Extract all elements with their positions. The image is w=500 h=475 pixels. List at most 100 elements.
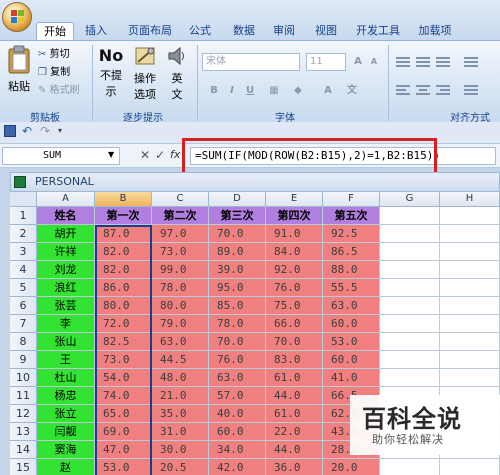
score-cell[interactable]: 85.0 <box>209 297 266 315</box>
score-cell[interactable]: 87.0 <box>95 225 152 243</box>
score-cell[interactable]: 20.0 <box>323 459 380 475</box>
format-painter-button[interactable]: ✎ 格式刷 <box>38 83 80 99</box>
score-cell[interactable]: 86.5 <box>323 243 380 261</box>
score-cell[interactable]: 44.0 <box>266 441 323 459</box>
row-header[interactable]: 5 <box>10 279 37 297</box>
font-color-icon[interactable]: A <box>320 83 336 99</box>
score-cell[interactable]: 63.0 <box>209 369 266 387</box>
cancel-icon[interactable]: ✕ <box>140 148 150 162</box>
empty-cell[interactable] <box>440 279 500 297</box>
score-cell[interactable]: 31.0 <box>152 423 209 441</box>
empty-cell[interactable] <box>380 459 440 475</box>
empty-cell[interactable] <box>440 297 500 315</box>
empty-cell[interactable] <box>440 333 500 351</box>
header-cell[interactable]: 第三次 <box>209 207 266 225</box>
row-header[interactable]: 2 <box>10 225 37 243</box>
shrink-font-icon[interactable]: A <box>366 54 382 70</box>
score-cell[interactable]: 84.0 <box>266 243 323 261</box>
english-button[interactable]: 英 文 <box>164 45 190 102</box>
score-cell[interactable]: 35.0 <box>152 405 209 423</box>
align-right-icon[interactable] <box>434 83 452 99</box>
customize-dropdown-icon[interactable]: ▾ <box>58 126 62 135</box>
name-cell[interactable]: 浪红 <box>37 279 95 297</box>
empty-cell[interactable] <box>380 333 440 351</box>
tab-insert[interactable]: 插入 <box>80 22 112 40</box>
name-cell[interactable]: 杨忠 <box>37 387 95 405</box>
score-cell[interactable]: 82.0 <box>95 243 152 261</box>
score-cell[interactable]: 48.0 <box>152 369 209 387</box>
column-header[interactable]: C <box>152 192 209 207</box>
empty-cell[interactable] <box>380 315 440 333</box>
score-cell[interactable]: 22.0 <box>266 423 323 441</box>
name-cell[interactable]: 闫靓 <box>37 423 95 441</box>
redo-icon[interactable]: ↷ <box>40 124 50 138</box>
empty-cell[interactable] <box>380 261 440 279</box>
column-header[interactable]: E <box>266 192 323 207</box>
row-header[interactable]: 13 <box>10 423 37 441</box>
score-cell[interactable]: 55.5 <box>323 279 380 297</box>
align-center-icon[interactable] <box>414 83 432 99</box>
score-cell[interactable]: 80.0 <box>152 297 209 315</box>
score-cell[interactable]: 97.0 <box>152 225 209 243</box>
score-cell[interactable]: 92.0 <box>266 261 323 279</box>
score-cell[interactable]: 92.5 <box>323 225 380 243</box>
name-cell[interactable]: 张芸 <box>37 297 95 315</box>
name-box[interactable]: SUM <box>2 147 120 165</box>
score-cell[interactable]: 53.0 <box>95 459 152 475</box>
name-cell[interactable]: 赵 <box>37 459 95 475</box>
header-cell[interactable]: 第一次 <box>95 207 152 225</box>
name-cell[interactable]: 许祥 <box>37 243 95 261</box>
row-header[interactable]: 11 <box>10 387 37 405</box>
operate-options-button[interactable]: 操作 选项 <box>130 45 160 102</box>
score-cell[interactable]: 61.0 <box>266 369 323 387</box>
orientation-icon[interactable] <box>462 55 480 71</box>
name-box-dropdown-icon[interactable]: ▼ <box>108 150 114 159</box>
name-cell[interactable]: 王 <box>37 351 95 369</box>
no-prompt-button[interactable]: No 不提 示 <box>96 45 126 99</box>
score-cell[interactable]: 89.0 <box>209 243 266 261</box>
font-name-combo[interactable]: 宋体 <box>202 53 300 71</box>
score-cell[interactable]: 70.0 <box>266 333 323 351</box>
empty-cell[interactable] <box>440 225 500 243</box>
indent-icon[interactable] <box>462 83 480 99</box>
name-cell[interactable]: 杜山 <box>37 369 95 387</box>
header-cell[interactable]: 第四次 <box>266 207 323 225</box>
row-header[interactable]: 12 <box>10 405 37 423</box>
score-cell[interactable]: 70.0 <box>209 333 266 351</box>
score-cell[interactable]: 78.0 <box>209 315 266 333</box>
row-header[interactable]: 4 <box>10 261 37 279</box>
row-header[interactable]: 9 <box>10 351 37 369</box>
score-cell[interactable]: 20.5 <box>152 459 209 475</box>
align-middle-icon[interactable] <box>414 55 432 71</box>
tab-page-layout[interactable]: 页面布局 <box>122 22 178 40</box>
score-cell[interactable]: 44.0 <box>266 387 323 405</box>
row-header[interactable]: 6 <box>10 297 37 315</box>
score-cell[interactable]: 21.0 <box>152 387 209 405</box>
header-cell[interactable]: 第二次 <box>152 207 209 225</box>
name-cell[interactable]: 张立 <box>37 405 95 423</box>
score-cell[interactable]: 41.0 <box>323 369 380 387</box>
name-cell[interactable]: 胡开 <box>37 225 95 243</box>
score-cell[interactable]: 83.0 <box>266 351 323 369</box>
score-cell[interactable]: 34.0 <box>209 441 266 459</box>
tab-home[interactable]: 开始 <box>36 22 74 40</box>
column-header[interactable]: H <box>440 192 500 207</box>
score-cell[interactable]: 73.0 <box>95 351 152 369</box>
save-icon[interactable] <box>4 125 16 137</box>
score-cell[interactable]: 82.0 <box>95 261 152 279</box>
score-cell[interactable]: 79.0 <box>152 315 209 333</box>
score-cell[interactable]: 73.0 <box>152 243 209 261</box>
row-header[interactable]: 14 <box>10 441 37 459</box>
score-cell[interactable]: 70.0 <box>209 225 266 243</box>
row-header[interactable]: 15 <box>10 459 37 475</box>
header-cell[interactable]: 第五次 <box>323 207 380 225</box>
empty-cell[interactable] <box>380 207 440 225</box>
score-cell[interactable]: 66.0 <box>266 315 323 333</box>
empty-cell[interactable] <box>440 459 500 475</box>
score-cell[interactable]: 40.0 <box>209 405 266 423</box>
score-cell[interactable]: 54.0 <box>95 369 152 387</box>
empty-cell[interactable] <box>440 243 500 261</box>
score-cell[interactable]: 75.0 <box>266 297 323 315</box>
empty-cell[interactable] <box>380 297 440 315</box>
empty-cell[interactable] <box>380 225 440 243</box>
